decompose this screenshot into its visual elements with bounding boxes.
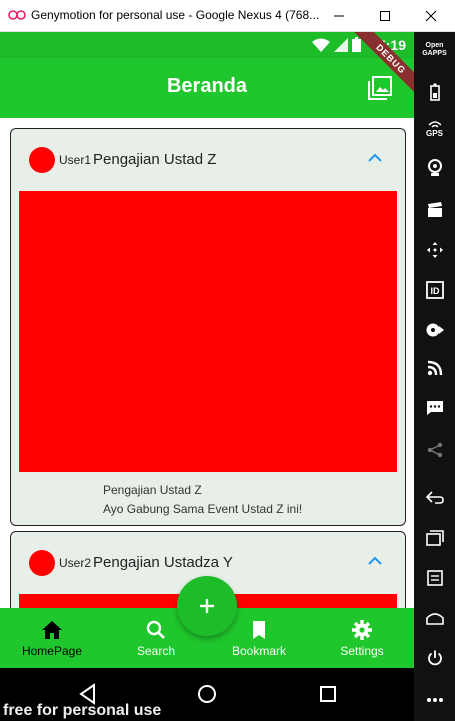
nav-label: Bookmark (231, 644, 287, 658)
wifi-icon (312, 38, 330, 52)
back-button[interactable] (414, 480, 455, 516)
search-icon (146, 620, 165, 639)
home-icon (42, 621, 62, 639)
battery-widget-button[interactable] (414, 74, 455, 110)
clapperboard-icon (427, 202, 442, 217)
media-disc-icon (426, 323, 444, 337)
recent-apps-icon (425, 530, 444, 546)
nav-item-settings[interactable]: Settings (310, 608, 414, 668)
post-title: Pengajian Ustadza Y (93, 554, 233, 571)
sms-widget-button[interactable] (414, 390, 455, 426)
minimize-button[interactable] (316, 0, 362, 32)
more-dots-icon (426, 698, 443, 702)
share-button[interactable] (414, 432, 455, 468)
add-post-button[interactable] (177, 576, 237, 636)
post-card-header[interactable]: User1 Pengajian Ustad Z (11, 129, 405, 185)
post-username: User1 (59, 153, 92, 167)
gallery-icon[interactable] (366, 74, 394, 102)
gps-label: GPS (426, 128, 443, 138)
bookmark-icon (253, 621, 265, 639)
home-outline-icon (425, 613, 444, 625)
webcam-widget-button[interactable] (414, 150, 455, 186)
maximize-icon (380, 11, 390, 21)
power-icon (427, 650, 442, 666)
recents-icon[interactable] (316, 682, 340, 706)
plus-icon (200, 599, 214, 613)
settings-icon (352, 620, 372, 640)
nav-label: Settings (340, 644, 384, 658)
genymotion-toolbar: Open GAPPS GPS ID (414, 32, 455, 721)
close-icon (425, 10, 437, 22)
home-circle-icon[interactable] (195, 682, 219, 706)
home-button[interactable] (414, 600, 455, 636)
opengapps-label-1: Open (425, 42, 444, 49)
screencast-widget-button[interactable] (414, 192, 455, 228)
chevron-up-icon[interactable] (367, 151, 383, 163)
id-card-icon: ID (425, 281, 444, 299)
gps-widget-button[interactable]: GPS (414, 110, 455, 146)
chevron-up-icon[interactable] (367, 554, 383, 566)
maximize-button[interactable] (362, 0, 408, 32)
move-arrows-icon (426, 242, 443, 258)
opengapps-button[interactable]: Open GAPPS (414, 42, 455, 58)
rss-widget-button[interactable] (414, 350, 455, 386)
avatar (29, 550, 55, 576)
nav-label: HomePage (21, 644, 83, 658)
watermark: free for personal use (3, 702, 162, 719)
menu-button[interactable] (414, 560, 455, 596)
minimize-icon (334, 15, 344, 17)
signal-icon (334, 38, 348, 52)
window-titlebar: Genymotion for personal use - Google Nex… (0, 0, 455, 32)
remote-control-button[interactable] (414, 232, 455, 268)
close-button[interactable] (408, 0, 454, 32)
device-id-button[interactable]: ID (414, 272, 455, 308)
gps-icon (427, 120, 442, 128)
media-widget-button[interactable] (414, 312, 455, 348)
webcam-icon (427, 159, 442, 176)
share-icon (427, 442, 442, 458)
window-title: Genymotion for personal use - Google Nex… (31, 8, 320, 22)
rss-icon (427, 360, 442, 376)
return-icon (425, 491, 444, 504)
battery-icon (429, 83, 440, 101)
message-icon (426, 401, 443, 415)
post-image (19, 191, 397, 472)
menu-icon (426, 570, 443, 586)
nav-item-homepage[interactable]: HomePage (0, 608, 104, 668)
android-status-bar: 5:19 (0, 32, 414, 58)
nav-label: Search (136, 644, 176, 658)
genymotion-icon (8, 10, 26, 20)
opengapps-label-2: GAPPS (422, 50, 447, 57)
app-bar: Beranda (0, 58, 414, 118)
page-title: Beranda (166, 75, 248, 97)
feed-list[interactable]: User1 Pengajian Ustad Z Pengajian Ustad … (0, 118, 414, 608)
emulator-window: Genymotion for personal use - Google Nex… (0, 0, 455, 721)
battery-icon (352, 37, 361, 52)
recent-apps-button[interactable] (414, 520, 455, 556)
avatar (29, 147, 55, 173)
post-description-title: Pengajian Ustad Z (103, 483, 202, 497)
id-label: ID (430, 286, 440, 296)
more-options-button[interactable] (414, 682, 455, 718)
post-card[interactable]: User1 Pengajian Ustad Z Pengajian Ustad … (10, 128, 406, 526)
post-username: User2 (59, 556, 92, 570)
post-title: Pengajian Ustad Z (93, 151, 217, 168)
post-description-body: Ayo Gabung Sama Event Ustad Z ini! (103, 502, 303, 516)
power-button[interactable] (414, 640, 455, 676)
phone-screen: 5:19 DEBUG Beranda User1 Pengajian Ustad… (0, 32, 414, 721)
